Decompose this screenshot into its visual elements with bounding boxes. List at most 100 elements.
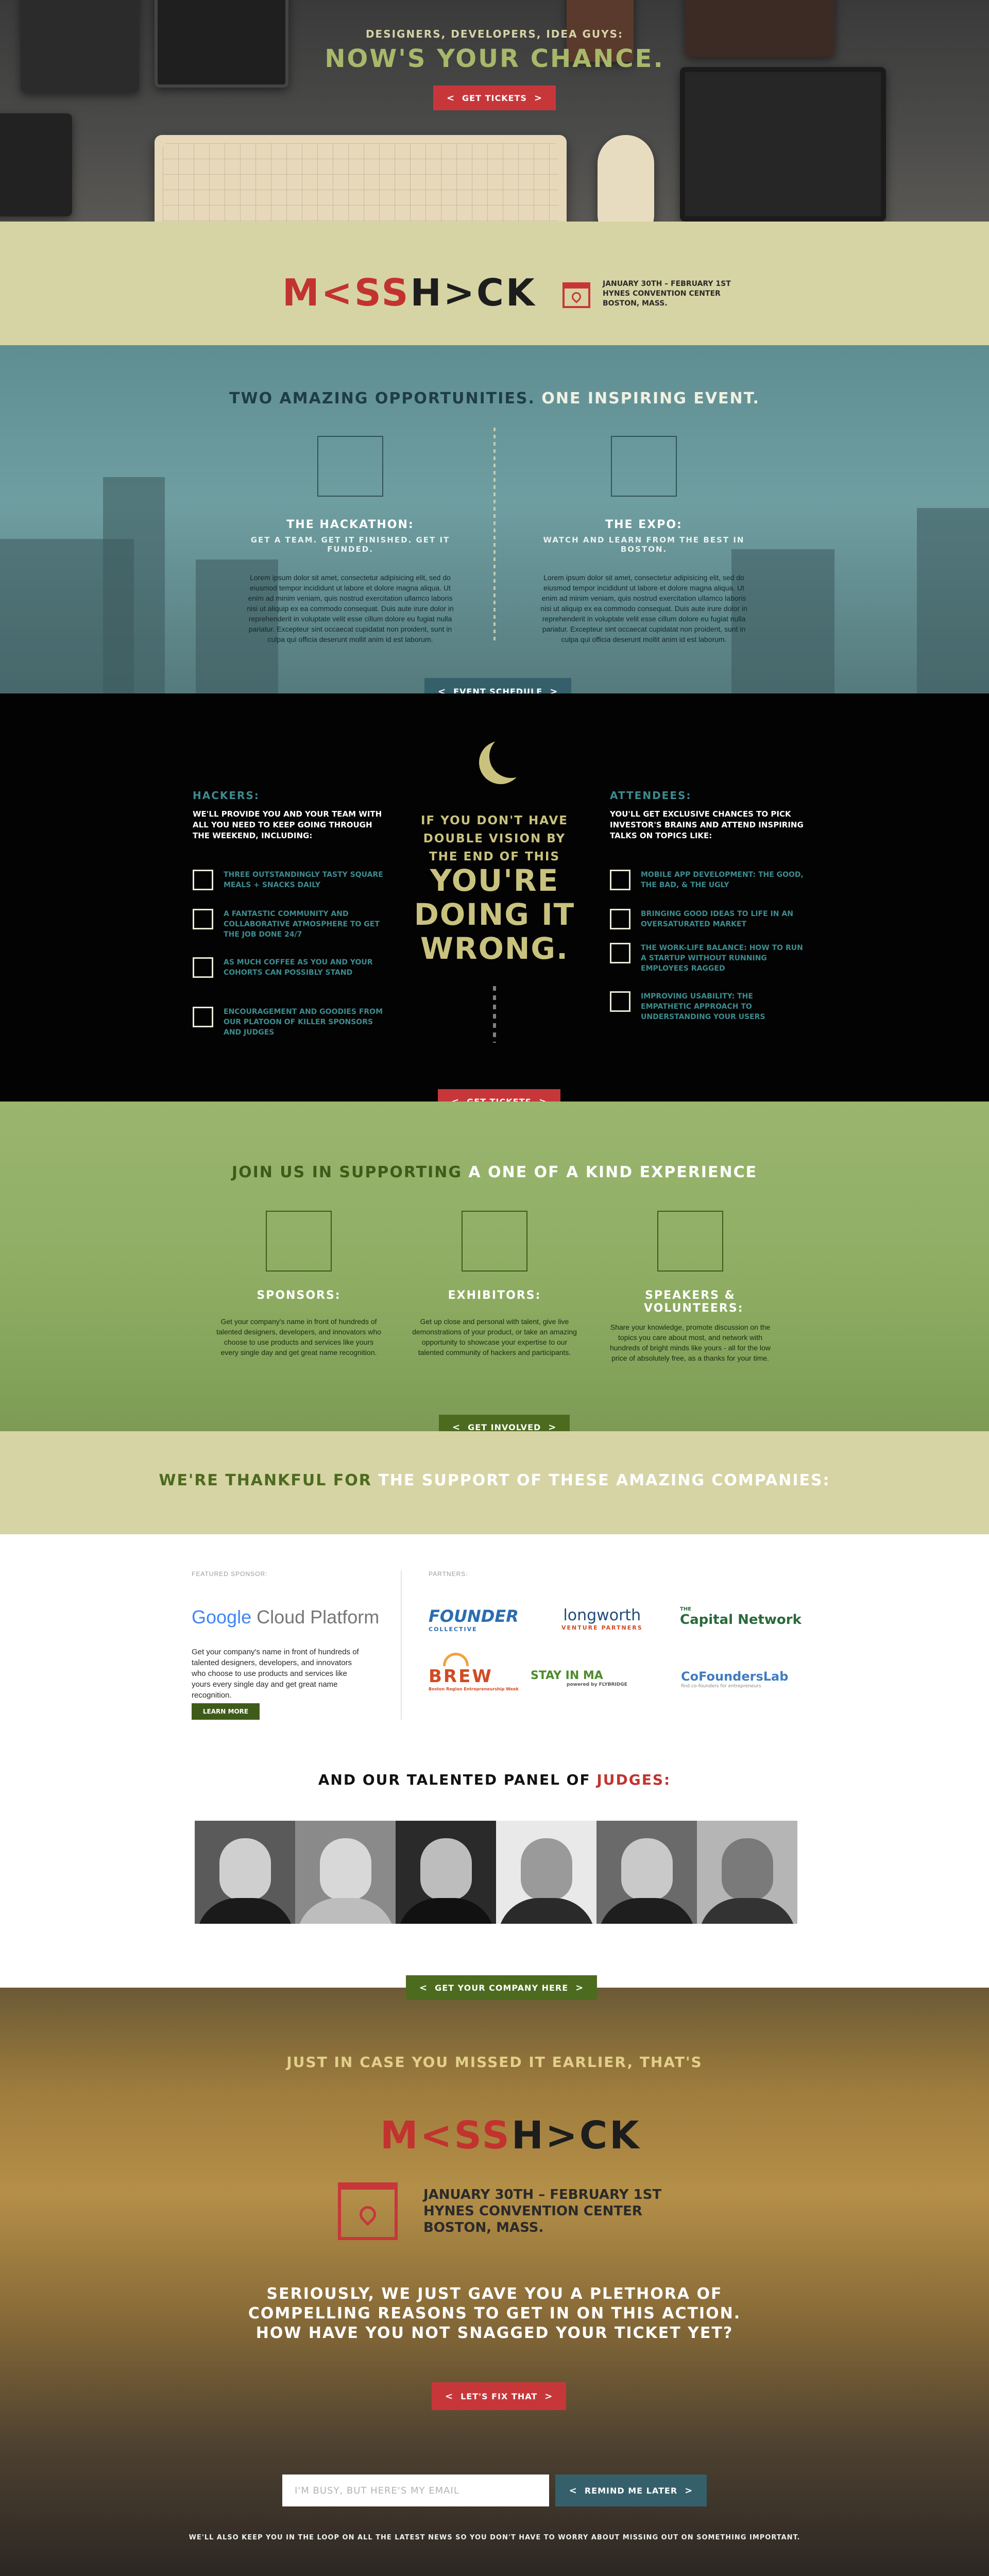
attendees-item: MOBILE APP DEVELOPMENT: THE GOOD, THE BA… <box>610 870 806 890</box>
attendees-item-text: MOBILE APP DEVELOPMENT: THE GOOD, THE BA… <box>641 871 804 889</box>
expo-column: THE EXPO: WATCH AND LEARN FROM THE BEST … <box>520 436 768 645</box>
attendees-item: IMPROVING USABILITY: THE EMPATHETIC APPR… <box>610 991 806 1022</box>
hackers-item-text: AS MUCH COFFEE AS YOU AND YOUR COHORTS C… <box>224 958 373 977</box>
featured-sponsor-description: Get your company's name in front of hund… <box>192 1648 359 1700</box>
partner-name: FOUNDER <box>429 1606 519 1626</box>
hackathon-subtitle: GET A TEAM. GET IT FINISHED. GET IT FUND… <box>250 535 450 554</box>
partner-logo-cofounderslab[interactable]: CoFoundersLab find co-founders for entre… <box>681 1669 788 1689</box>
judge-photo[interactable] <box>697 1821 797 1924</box>
partner-logo-capital-network[interactable]: THE Capital Network <box>680 1606 802 1628</box>
sponsors-body: Get your company's name in front of hund… <box>216 1317 381 1357</box>
attendees-item: THE WORK-LIFE BALANCE: HOW TO RUN A STAR… <box>610 943 806 974</box>
judge-photo[interactable] <box>295 1821 396 1924</box>
partner-logo-longworth[interactable]: longworth VENTURE PARTNERS <box>561 1606 643 1631</box>
support-title-right: A ONE OF A KIND EXPERIENCE <box>468 1163 758 1181</box>
attendees-title: ATTENDEES: <box>610 789 692 802</box>
thanks-title-right: THE SUPPORT OF THESE AMAZING COMPANIES: <box>378 1471 830 1489</box>
partner-sub: COLLECTIVE <box>429 1626 478 1633</box>
mouse-image <box>598 135 654 222</box>
keyboard-image <box>155 135 567 222</box>
hackers-item-text: THREE OUTSTANDINGLY TASTY SQUARE MEALS +… <box>224 871 383 889</box>
get-involved-button[interactable]: < GET INVOLVED > <box>439 1415 570 1431</box>
support-title-left: JOIN US IN SUPPORTING <box>231 1163 462 1181</box>
event-date: JANUARY 30TH – FEBRUARY 1ST <box>423 2187 662 2202</box>
partner-logo-founder-collective[interactable]: FOUNDER COLLECTIVE <box>429 1606 519 1633</box>
hackers-item: AS MUCH COFFEE AS YOU AND YOUR COHORTS C… <box>193 957 388 978</box>
hackers-attendees-section: HACKERS: WE'LL PROVIDE YOU AND YOUR TEAM… <box>0 693 989 1101</box>
hero-get-tickets-label: GET TICKETS <box>462 93 527 103</box>
hackathon-title: THE HACKATHON: <box>286 518 414 531</box>
judge-photo[interactable] <box>195 1821 295 1924</box>
learn-more-button[interactable]: LEARN MORE <box>192 1703 260 1720</box>
expo-body: Lorem ipsum dolor sit amet, consectetur … <box>540 573 747 643</box>
hackers-item-text: A FANTASTIC COMMUNITY AND COLLABORATIVE … <box>224 910 380 939</box>
hackers-intro: WE'LL PROVIDE YOU AND YOUR TEAM WITH ALL… <box>193 809 382 840</box>
double-vision-text: IF YOU DON'T HAVE DOUBLE VISION BY THE E… <box>421 814 568 863</box>
hero-section: DESIGNERS, DEVELOPERS, IDEA GUYS: NOW'S … <box>0 0 989 222</box>
google-wordmark: Google <box>192 1606 252 1628</box>
hackers-item-text: ENCOURAGEMENT AND GOODIES FROM OUR PLATO… <box>224 1008 383 1037</box>
partner-logo-brew[interactable]: BREW Boston Region Entrepreneurship Week <box>429 1653 519 1691</box>
event-venue: HYNES CONVENTION CENTER <box>603 290 721 298</box>
chevron-left-icon: < <box>445 2391 454 2402</box>
event-schedule-label: EVENT SCHEDULE <box>453 686 543 694</box>
event-schedule-button[interactable]: < EVENT SCHEDULE > <box>424 678 572 694</box>
hero-get-tickets-button[interactable]: < GET TICKETS > <box>433 86 556 110</box>
attendees-intro: YOU'LL GET EXCLUSIVE CHANCES TO PICK INV… <box>610 809 804 840</box>
chevron-right-icon: > <box>550 686 558 694</box>
partner-sub: find co-founders for entrepreneurs <box>681 1684 761 1689</box>
partner-sub: THE <box>680 1606 692 1612</box>
google-cloud-logo[interactable]: Google Cloud Platform <box>192 1606 379 1628</box>
logo-right: H>CK <box>511 2113 641 2158</box>
masshack-logo[interactable]: M<SSH>CK <box>282 271 537 314</box>
partner-name: STAY IN MA <box>531 1669 603 1682</box>
get-tickets-button[interactable]: < GET TICKETS > <box>438 1089 561 1102</box>
support-section: JOIN US IN SUPPORTING A ONE OF A KIND EX… <box>0 1101 989 1431</box>
checkbox-icon <box>193 1007 213 1027</box>
judge-photo[interactable] <box>596 1821 697 1924</box>
opportunities-title-right: ONE INSPIRING EVENT. <box>541 389 760 408</box>
hackers-item: ENCOURAGEMENT AND GOODIES FROM OUR PLATO… <box>193 1007 388 1038</box>
doing-it-wrong-text: YOU'RE DOING IT WRONG. <box>414 863 575 966</box>
exhibitors-title: EXHIBITORS: <box>448 1289 541 1302</box>
speakers-icon <box>657 1211 723 1272</box>
email-input[interactable] <box>282 2475 549 2506</box>
judge-photo[interactable] <box>496 1821 596 1924</box>
chevron-right-icon: > <box>548 1421 557 1432</box>
remind-me-later-label: REMIND ME LATER <box>584 2485 678 2496</box>
expo-subtitle: WATCH AND LEARN FROM THE BEST IN BOSTON. <box>543 535 745 554</box>
hackers-title: HACKERS: <box>193 789 260 802</box>
checkbox-icon <box>610 991 630 1012</box>
chevron-left-icon: < <box>438 686 447 694</box>
judge-photo[interactable] <box>396 1821 496 1924</box>
thanks-band: WE'RE THANKFUL FOR THE SUPPORT OF THESE … <box>0 1431 989 1534</box>
skyline-building <box>103 477 165 693</box>
attendees-item: BRINGING GOOD IDEAS TO LIFE IN AN OVERSA… <box>610 909 806 929</box>
partner-logo-stay-in-ma[interactable]: STAY IN MA powered by FLYBRIDGE <box>531 1669 627 1687</box>
sun-icon <box>443 1653 469 1666</box>
get-your-company-here-button[interactable]: < GET YOUR COMPANY HERE > <box>406 1975 598 2000</box>
get-involved-label: GET INVOLVED <box>468 1422 541 1432</box>
speakers-title: SPEAKERS & VOLUNTEERS: <box>644 1289 744 1315</box>
checkbox-icon <box>610 909 630 929</box>
event-details: JANUARY 30TH – FEBRUARY 1ST HYNES CONVEN… <box>603 279 731 309</box>
remind-me-later-button[interactable]: < REMIND ME LATER > <box>555 2475 707 2506</box>
chevron-right-icon: > <box>575 1982 584 1993</box>
featured-sponsor-label: FEATURED SPONSOR: <box>192 1570 268 1578</box>
partner-sub: Boston Region Entrepreneurship Week <box>429 1687 519 1691</box>
checkbox-icon <box>193 909 213 929</box>
partner-sub: powered by FLYBRIDGE <box>567 1682 627 1687</box>
expo-icon <box>611 436 677 497</box>
skyline-building <box>917 508 989 693</box>
opportunities-title-left: TWO AMAZING OPPORTUNITIES. <box>229 389 535 408</box>
judges-photo-strip <box>195 1821 797 1924</box>
lets-fix-that-label: LET'S FIX THAT <box>461 2391 538 2401</box>
calendar-pin-icon <box>338 2182 398 2240</box>
chevron-left-icon: < <box>451 1096 460 1102</box>
partner-name: Capital Network <box>680 1612 802 1628</box>
lets-fix-that-button[interactable]: < LET'S FIX THAT > <box>432 2382 567 2410</box>
logo-left: M<SS <box>380 2113 511 2158</box>
dotted-divider <box>493 428 496 644</box>
attendees-item-text: IMPROVING USABILITY: THE EMPATHETIC APPR… <box>641 992 765 1021</box>
masshack-logo[interactable]: M<SSH>CK <box>380 2113 641 2158</box>
